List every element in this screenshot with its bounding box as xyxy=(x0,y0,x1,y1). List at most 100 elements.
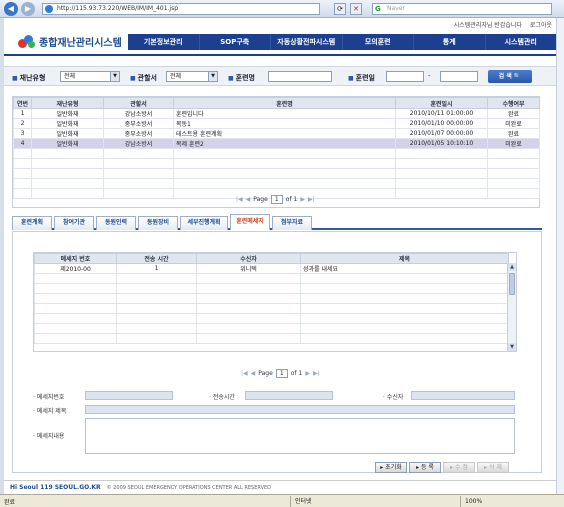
first-page-icon[interactable]: |◀ xyxy=(236,196,243,203)
first-page-icon[interactable]: |◀ xyxy=(241,370,248,377)
scroll-up-icon[interactable]: ▲ xyxy=(508,263,516,271)
empty-row xyxy=(34,293,509,304)
app-logo[interactable]: 종합재난관리시스템 xyxy=(18,34,122,49)
msg-no-input[interactable] xyxy=(85,391,173,400)
empty-cell xyxy=(300,283,509,294)
subject-input[interactable] xyxy=(85,405,515,414)
page-number-input[interactable]: 1 xyxy=(275,369,288,378)
address-bar[interactable]: http://115.93.73.220/WEB/IM/IM_401.jsp xyxy=(42,3,320,15)
reset-button[interactable]: ▸ 초기화 xyxy=(375,462,407,473)
drill-col-header[interactable]: 훈련명 xyxy=(173,97,396,109)
empty-cell xyxy=(34,283,117,294)
tab-drill-plan[interactable]: 훈련계획 xyxy=(12,216,52,230)
date-to-input[interactable] xyxy=(440,71,478,82)
tab-attachments[interactable]: 첨부자료 xyxy=(272,216,312,230)
empty-cell xyxy=(300,323,509,334)
empty-cell xyxy=(116,283,197,294)
register-button[interactable]: ▸ 등 록 xyxy=(409,462,441,473)
edit-button[interactable]: ▸ 수 정 xyxy=(443,462,475,473)
tab-personnel[interactable]: 동원인력 xyxy=(96,216,136,230)
page-scrollbar[interactable] xyxy=(556,18,564,494)
drill-table: 연번 재난유형 관할서 훈련명 훈련일시 수행여부 1 일반화재 강남소방서 훈련입니다 2010… xyxy=(13,97,540,199)
message-panel: 메세지 번호 전송 시간 수신자 제목 제2010-00 1 위니텍 성과를 내세요 ▲ ▼… xyxy=(12,231,542,473)
drill-col-header[interactable]: 수행여부 xyxy=(487,97,540,109)
menu-sop[interactable]: SOP구축 xyxy=(200,34,271,50)
table-cell: 강남소방서 xyxy=(103,138,174,149)
reload-button[interactable]: ⟳ xyxy=(334,3,346,15)
pager-label: Page xyxy=(253,196,268,203)
empty-row xyxy=(13,148,540,159)
page-number-input[interactable]: 1 xyxy=(270,195,283,204)
empty-cell xyxy=(196,313,301,324)
tab-detail-plan[interactable]: 세부진행계획 xyxy=(180,216,228,230)
table-cell: 미완료 xyxy=(487,138,540,149)
address-text: http://115.93.73.220/WEB/IM/IM_401.jsp xyxy=(57,5,179,12)
last-page-icon[interactable]: ▶| xyxy=(308,196,315,203)
menu-auto-dispatch[interactable]: 자동상황전파시스템 xyxy=(271,34,343,50)
empty-cell xyxy=(103,178,174,189)
zoom-level[interactable]: 100% xyxy=(460,495,486,507)
logo-mark-icon xyxy=(18,34,36,49)
message-col-header[interactable]: 메세지 번호 xyxy=(34,253,117,264)
send-time-label: 전송시간 xyxy=(209,392,235,401)
drill-col-header[interactable]: 연번 xyxy=(13,97,32,109)
empty-cell xyxy=(103,168,174,179)
msg-no-label: 메세지번호 xyxy=(33,392,65,401)
disaster-type-select[interactable]: 전체 ▼ xyxy=(60,71,120,82)
search-button[interactable]: 검 색 🔍 xyxy=(488,70,532,83)
message-col-header[interactable]: 제목 xyxy=(300,253,509,264)
table-row[interactable]: 3 일반화재 중부소방서 테스트용 훈련계획 2010/01/07 00:00:00 완료 xyxy=(13,128,540,139)
menu-statistics[interactable]: 통계 xyxy=(414,34,486,50)
table-cell: 일반화재 xyxy=(31,138,104,149)
browser-search-input[interactable]: G Naver xyxy=(372,3,552,15)
message-grid-scrollbar[interactable]: ▲ ▼ xyxy=(507,263,516,351)
receiver-input[interactable] xyxy=(411,391,515,400)
scroll-thumb[interactable] xyxy=(509,273,515,295)
message-col-header[interactable]: 수신자 xyxy=(196,253,301,264)
stop-button[interactable]: ✕ xyxy=(350,3,362,15)
table-cell: 성과를 내세요 xyxy=(300,263,509,274)
logout-link[interactable]: 로그아웃 xyxy=(530,20,552,29)
table-cell: 훈련입니다 xyxy=(173,108,396,119)
scroll-down-icon[interactable]: ▼ xyxy=(508,343,516,351)
next-page-icon[interactable]: ▶ xyxy=(305,370,310,377)
table-row[interactable]: 2 일반화재 중부소방서 목동1 2010/01/10 00:00:00 미완료 xyxy=(13,118,540,129)
empty-cell xyxy=(395,188,488,199)
next-page-icon[interactable]: ▶ xyxy=(300,196,305,203)
empty-cell xyxy=(103,158,174,169)
tab-equipment[interactable]: 동원장비 xyxy=(138,216,178,230)
delete-button[interactable]: ▸ 삭 제 xyxy=(477,462,509,473)
message-col-header[interactable]: 전송 시간 xyxy=(116,253,197,264)
message-pager: |◀ ◀ Page 1 of 1 ▶ ▶| xyxy=(241,369,320,378)
prev-page-icon[interactable]: ◀ xyxy=(251,370,256,377)
content-textarea[interactable] xyxy=(85,418,515,454)
drill-col-header[interactable]: 재난유형 xyxy=(31,97,104,109)
table-row[interactable]: 4 일반화재 강남소방서 복제 훈련2 2010/01/05 10:10:10 미완료 xyxy=(13,138,540,149)
tab-agencies[interactable]: 참여기관 xyxy=(54,216,94,230)
agency-value: 전체 xyxy=(170,73,182,80)
table-row[interactable]: 1 일반화재 강남소방서 훈련입니다 2010/10/11 01:00:00 완료 xyxy=(13,108,540,119)
menu-basic-info[interactable]: 기본정보관리 xyxy=(128,34,200,50)
last-page-icon[interactable]: ▶| xyxy=(313,370,320,377)
menu-mock-drill[interactable]: 모의훈련 xyxy=(343,34,414,50)
table-cell: 제2010-00 xyxy=(34,263,117,274)
table-cell: 중부소방서 xyxy=(103,128,174,139)
drill-col-header[interactable]: 관할서 xyxy=(103,97,174,109)
send-time-input[interactable] xyxy=(245,391,333,400)
forward-button[interactable]: ▶ xyxy=(21,1,35,16)
drill-name-input[interactable] xyxy=(268,71,332,82)
date-from-input[interactable] xyxy=(386,71,424,82)
back-button[interactable]: ◀ xyxy=(4,1,18,16)
date-separator: - xyxy=(428,72,431,80)
table-cell: 완료 xyxy=(487,108,540,119)
browser-toolbar: ◀ ▶ http://115.93.73.220/WEB/IM/IM_401.j… xyxy=(0,0,564,18)
copyright-text: © 2009 SEOUL EMERGENCY OPERATIONS CENTER… xyxy=(106,484,272,491)
menu-system-admin[interactable]: 시스템관리 xyxy=(486,34,557,50)
empty-cell xyxy=(300,273,509,284)
drill-col-header[interactable]: 훈련일시 xyxy=(395,97,488,109)
table-row[interactable]: 제2010-00 1 위니텍 성과를 내세요 xyxy=(34,263,509,274)
table-cell: 2 xyxy=(13,118,32,129)
agency-select[interactable]: 전체 ▼ xyxy=(166,71,218,82)
tab-drill-messages[interactable]: 훈련메세지 xyxy=(230,214,270,230)
prev-page-icon[interactable]: ◀ xyxy=(246,196,251,203)
